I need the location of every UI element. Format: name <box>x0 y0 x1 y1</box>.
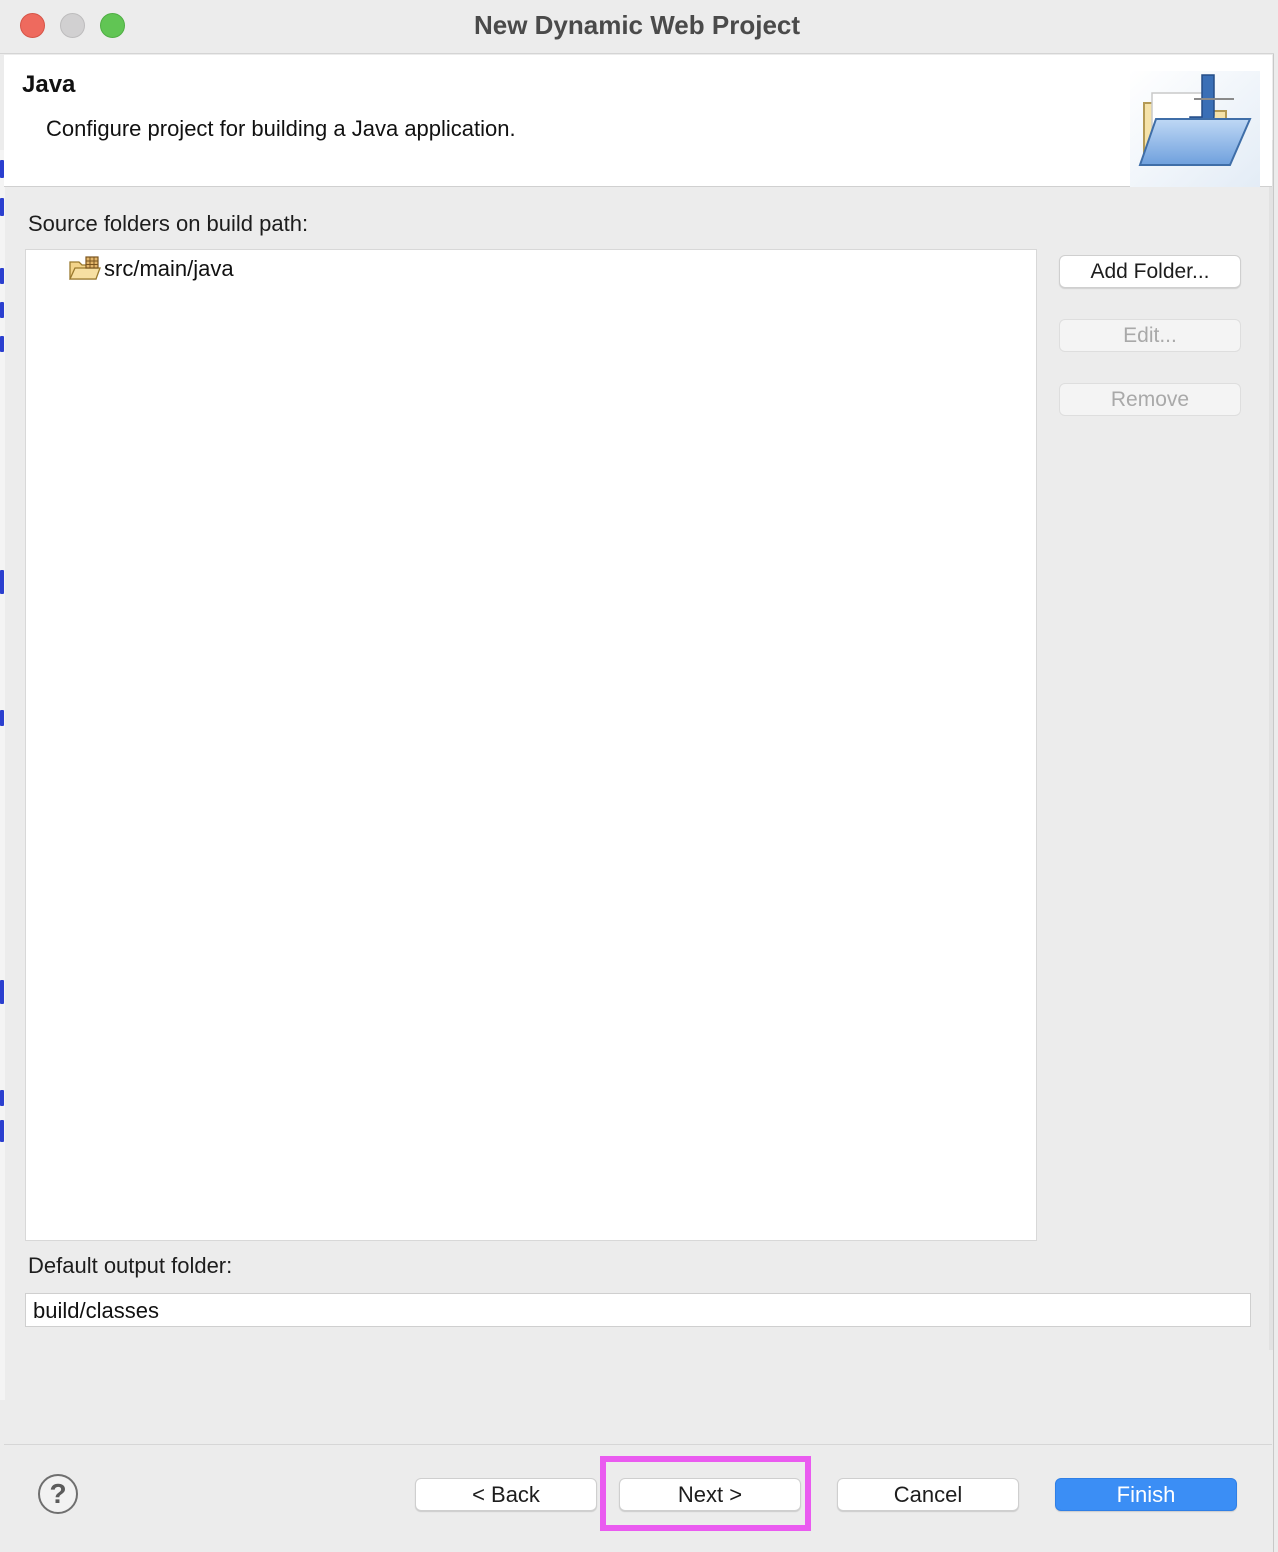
background-ide-strip <box>0 150 5 1400</box>
add-folder-button[interactable]: Add Folder... <box>1059 255 1241 288</box>
title-bar: New Dynamic Web Project <box>0 0 1274 54</box>
edit-button[interactable]: Edit... <box>1059 319 1241 352</box>
folder-label: src/main/java <box>104 256 234 281</box>
remove-button[interactable]: Remove <box>1059 383 1241 416</box>
wizard-banner: Java Configure project for building a Ja… <box>4 55 1272 187</box>
page-title: Java <box>22 71 76 98</box>
back-button[interactable]: < Back <box>415 1478 597 1511</box>
java-folder-wizard-icon <box>1130 71 1260 187</box>
help-icon[interactable]: ? <box>38 1474 78 1514</box>
default-output-folder-label: Default output folder: <box>28 1253 233 1278</box>
window-title: New Dynamic Web Project <box>473 10 801 40</box>
list-item[interactable]: src/main/java <box>68 254 234 284</box>
page-description: Configure project for building a Java ap… <box>46 116 516 141</box>
footer-divider <box>4 1444 1272 1445</box>
background-ide-right-strip <box>1269 140 1273 1350</box>
cancel-button[interactable]: Cancel <box>837 1478 1019 1511</box>
finish-button[interactable]: Finish <box>1055 1478 1237 1511</box>
next-button[interactable]: Next > <box>619 1478 801 1511</box>
default-output-folder-input[interactable]: build/classes <box>25 1293 1251 1327</box>
package-folder-icon <box>68 256 101 280</box>
source-folders-list[interactable]: src/main/java <box>25 249 1037 1241</box>
dialog-window: New Dynamic Web Project Java Configure p… <box>0 0 1274 1552</box>
source-folders-label: Source folders on build path: <box>28 211 309 236</box>
